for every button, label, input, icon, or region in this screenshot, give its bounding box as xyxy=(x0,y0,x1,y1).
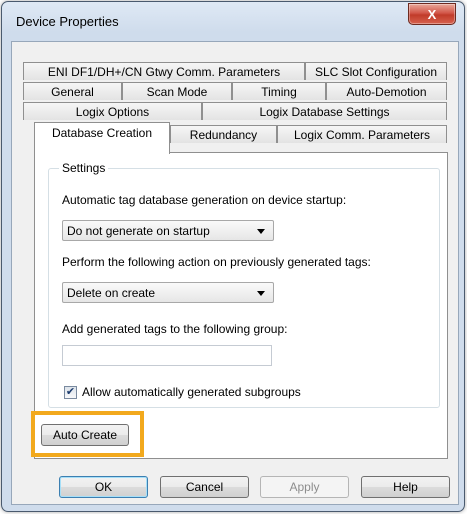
check-icon: ✔ xyxy=(65,386,76,398)
tab-slc-slot-configuration[interactable]: SLC Slot Configuration xyxy=(305,62,447,80)
group-input[interactable] xyxy=(62,345,272,366)
settings-groupbox: Settings Automatic tag database generati… xyxy=(48,161,440,408)
subgroups-checkbox[interactable]: ✔ xyxy=(64,386,77,399)
apply-button[interactable]: Apply xyxy=(260,476,349,498)
settings-group-label: Settings xyxy=(59,161,109,175)
title-bar[interactable]: Device Properties X xyxy=(2,2,464,42)
auto-create-highlight: Auto Create xyxy=(31,411,144,457)
tab-redundancy[interactable]: Redundancy xyxy=(170,125,277,143)
help-button[interactable]: Help xyxy=(361,476,450,498)
close-button[interactable]: X xyxy=(408,3,456,25)
action-value: Delete on create xyxy=(67,285,156,300)
cancel-button[interactable]: Cancel xyxy=(160,476,249,498)
chevron-down-icon xyxy=(257,229,265,234)
tab-logix-comm-parameters[interactable]: Logix Comm. Parameters xyxy=(277,125,447,143)
tab-scan-mode[interactable]: Scan Mode xyxy=(122,82,232,100)
ok-button[interactable]: OK xyxy=(59,476,148,498)
auto-generation-value: Do not generate on startup xyxy=(67,223,210,238)
group-label: Add generated tags to the following grou… xyxy=(62,322,288,336)
auto-generation-label: Automatic tag database generation on dev… xyxy=(62,193,347,207)
action-dropdown[interactable]: Delete on create xyxy=(62,282,274,303)
tab-general[interactable]: General xyxy=(23,82,122,100)
tab-logix-database-settings[interactable]: Logix Database Settings xyxy=(202,102,447,120)
tab-timing[interactable]: Timing xyxy=(232,82,326,100)
action-label: Perform the following action on previous… xyxy=(62,255,371,269)
tab-database-creation[interactable]: Database Creation xyxy=(34,122,170,154)
auto-create-button[interactable]: Auto Create xyxy=(41,424,129,446)
chevron-down-icon xyxy=(257,291,265,296)
auto-generation-dropdown[interactable]: Do not generate on startup xyxy=(62,220,274,241)
tab-auto-demotion[interactable]: Auto-Demotion xyxy=(326,82,447,100)
tab-logix-options[interactable]: Logix Options xyxy=(23,102,202,120)
subgroups-label: Allow automatically generated subgroups xyxy=(82,385,301,399)
tab-eni-comm-parameters[interactable]: ENI DF1/DH+/CN Gtwy Comm. Parameters xyxy=(23,62,305,80)
close-icon: X xyxy=(427,6,437,22)
window-title: Device Properties xyxy=(16,14,119,29)
